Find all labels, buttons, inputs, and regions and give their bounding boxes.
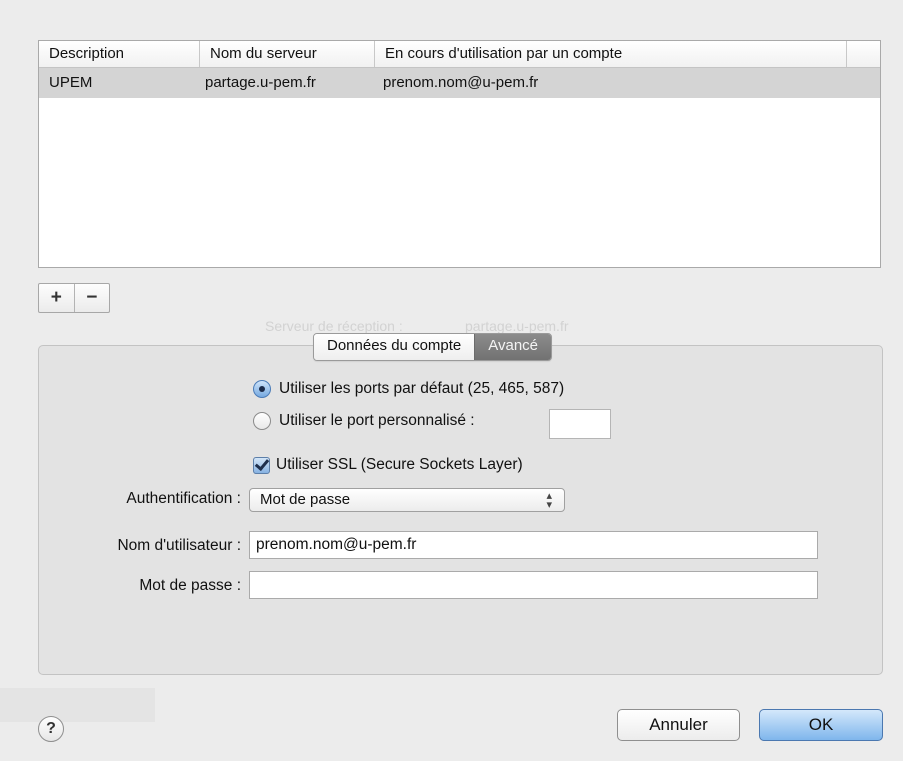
default-ports-radio[interactable] — [253, 380, 271, 398]
username-field[interactable]: prenom.nom@u-pem.fr — [249, 531, 818, 559]
column-header-server-name[interactable]: Nom du serveur — [200, 41, 375, 67]
add-server-button[interactable]: + — [39, 284, 74, 312]
username-label: Nom d'utilisateur : — [117, 537, 241, 554]
table-cell-server-name: partage.u-pem.fr — [205, 74, 316, 91]
table-cell-description: UPEM — [49, 74, 93, 91]
background-window-label: partage.u-pem.fr — [465, 318, 569, 334]
help-button[interactable]: ? — [38, 716, 64, 742]
ssl-label: Utiliser SSL (Secure Sockets Layer) — [276, 456, 523, 473]
column-header-description[interactable]: Description — [39, 41, 200, 67]
custom-port-radio[interactable] — [253, 412, 271, 430]
cancel-button[interactable]: Annuler — [617, 709, 740, 741]
custom-port-option[interactable]: Utiliser le port personnalisé : — [253, 410, 475, 432]
remove-server-button[interactable]: − — [73, 284, 110, 312]
ssl-option[interactable]: Utiliser SSL (Secure Sockets Layer) — [253, 454, 523, 476]
ssl-checkbox[interactable] — [253, 456, 270, 474]
tab-advanced[interactable]: Avancé — [474, 334, 552, 360]
table-header: Description Nom du serveur En cours d'ut… — [39, 41, 880, 68]
background-window-label: Serveur de réception : — [265, 318, 403, 334]
background-window-strip — [0, 688, 155, 722]
updown-arrows-icon: ▴ ▾ — [546, 490, 552, 511]
custom-port-input[interactable] — [549, 409, 611, 439]
column-header-in-use-by[interactable]: En cours d'utilisation par un compte — [375, 41, 847, 67]
server-table: Description Nom du serveur En cours d'ut… — [38, 40, 881, 268]
custom-port-label: Utiliser le port personnalisé : — [279, 412, 475, 429]
authentication-select[interactable]: Mot de passe ▴ ▾ — [249, 488, 565, 512]
table-cell-in-use-by: prenom.nom@u-pem.fr — [383, 74, 539, 91]
authentication-value: Mot de passe — [260, 491, 351, 508]
table-row[interactable]: UPEM partage.u-pem.fr prenom.nom@u-pem.f… — [39, 68, 880, 98]
password-field[interactable] — [249, 571, 818, 599]
default-ports-label: Utiliser les ports par défaut (25, 465, … — [279, 380, 565, 397]
password-label: Mot de passe : — [139, 577, 241, 594]
add-remove-control: + − — [38, 283, 110, 313]
default-ports-option[interactable]: Utiliser les ports par défaut (25, 465, … — [253, 378, 564, 400]
tab-account-info[interactable]: Données du compte — [314, 334, 475, 360]
authentication-label: Authentification : — [126, 490, 241, 507]
settings-tabs: Données du compte Avancé — [313, 333, 553, 361]
ok-button[interactable]: OK — [759, 709, 883, 741]
